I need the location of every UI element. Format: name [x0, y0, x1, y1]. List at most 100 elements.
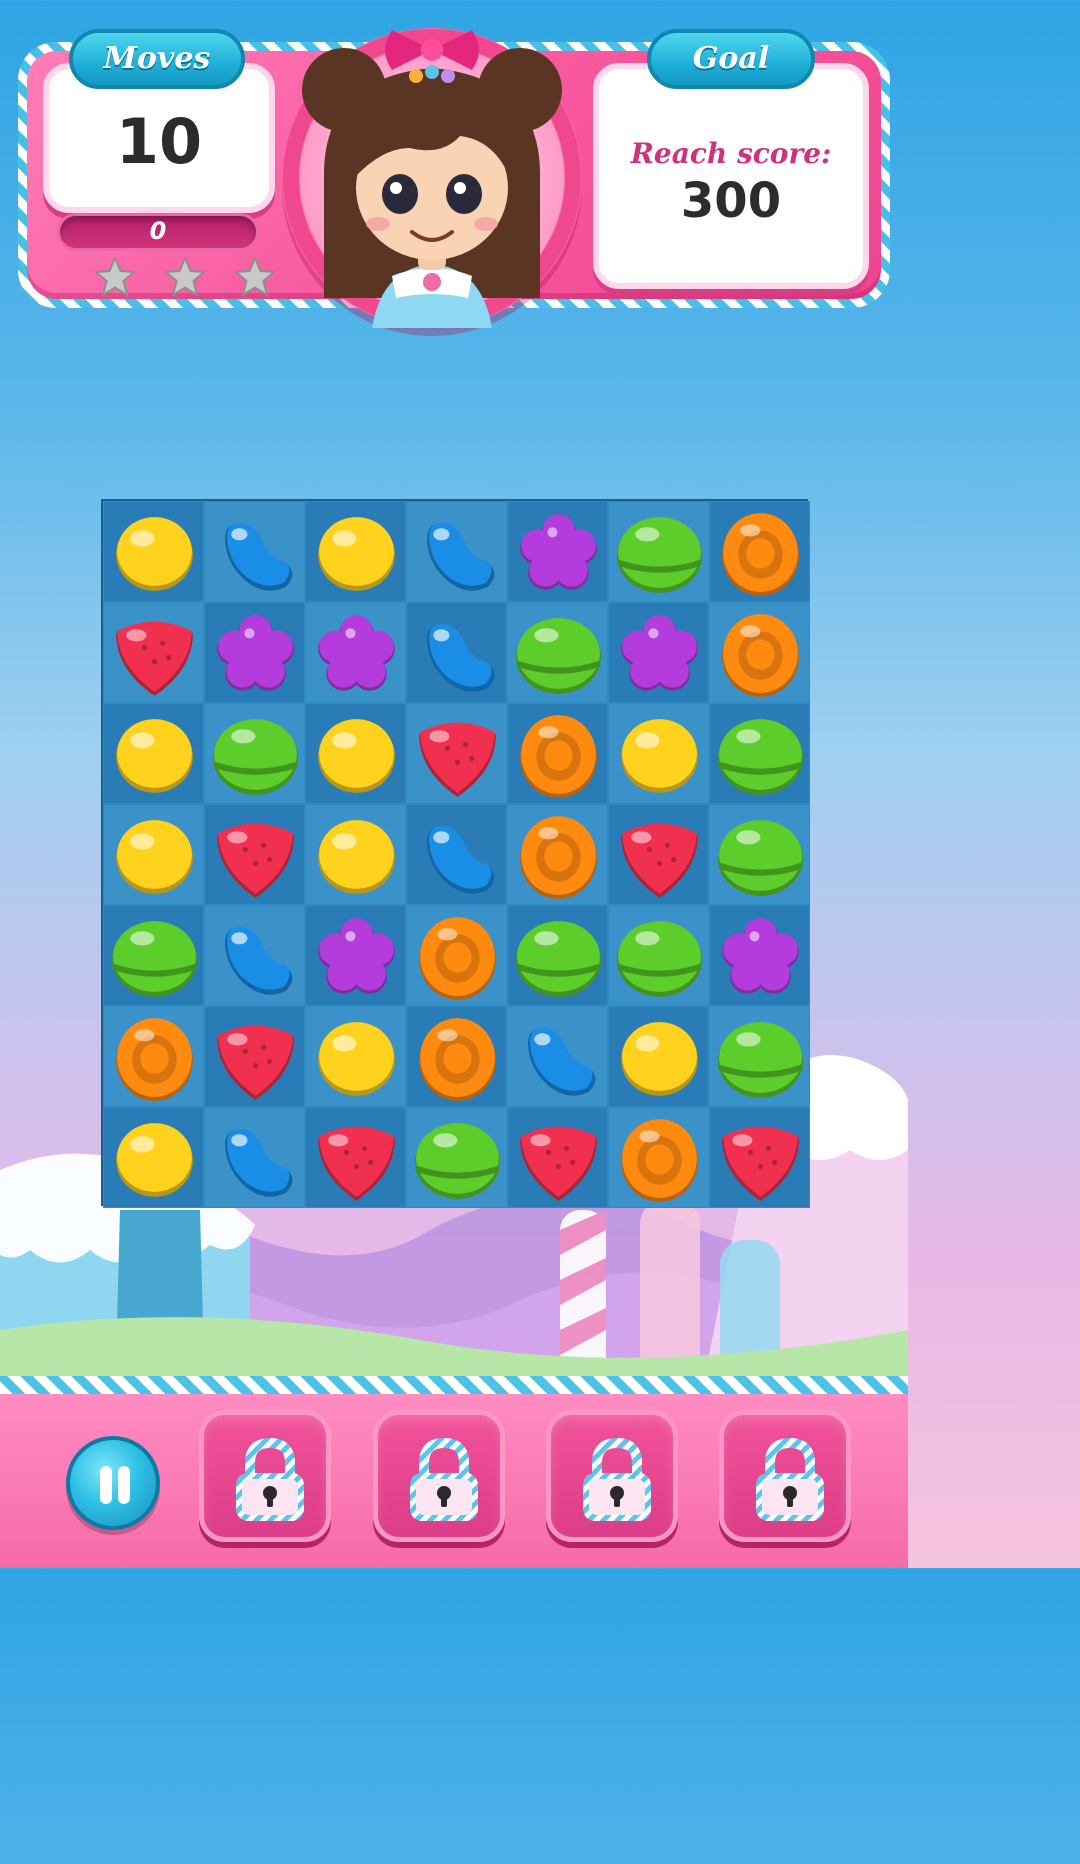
board-cell[interactable] [103, 1006, 204, 1107]
board-cell[interactable] [406, 703, 507, 804]
board-cell[interactable] [103, 602, 204, 703]
board-cell[interactable] [507, 602, 608, 703]
yellow-lemon-candy-icon [116, 1123, 193, 1197]
red-strawberry-candy-icon [116, 621, 193, 696]
blue-jellybean-candy-icon [225, 1128, 293, 1197]
lock-icon [756, 1437, 824, 1521]
star-2-icon [163, 255, 207, 298]
blue-jellybean-candy-icon [225, 522, 293, 591]
board-cell[interactable] [305, 1006, 406, 1107]
orange-disc-candy-icon [419, 917, 496, 1000]
board-cell[interactable] [507, 703, 608, 804]
score-value: 0 [149, 217, 167, 245]
red-strawberry-candy-icon [419, 722, 496, 797]
yellow-lemon-candy-icon [116, 820, 193, 894]
board-cell[interactable] [103, 501, 204, 602]
board-cell[interactable] [103, 1107, 204, 1208]
board-cell[interactable] [608, 1107, 709, 1208]
board-cell[interactable] [709, 1107, 810, 1208]
board-cell[interactable] [406, 501, 507, 602]
green-dome-candy-icon [718, 1022, 803, 1098]
red-strawberry-candy-icon [217, 1025, 294, 1100]
board-cell[interactable] [204, 501, 305, 602]
score-progress-bar: 0 [57, 213, 259, 251]
purple-flower-candy-icon [217, 615, 294, 691]
board-cell[interactable] [709, 501, 810, 602]
red-strawberry-candy-icon [318, 1126, 395, 1201]
board-cell[interactable] [406, 602, 507, 703]
board-cell[interactable] [507, 1107, 608, 1208]
board-cell[interactable] [204, 804, 305, 905]
booster-slot-2[interactable] [373, 1410, 505, 1542]
green-dome-candy-icon [617, 921, 702, 997]
board-cell[interactable] [305, 905, 406, 1006]
red-strawberry-candy-icon [217, 823, 294, 898]
board-cell[interactable] [204, 703, 305, 804]
board-cell[interactable] [709, 703, 810, 804]
orange-disc-candy-icon [722, 614, 799, 697]
board-cell[interactable] [406, 804, 507, 905]
board-cell[interactable] [608, 602, 709, 703]
board-cell[interactable] [305, 804, 406, 905]
board-cell[interactable] [305, 602, 406, 703]
pause-button[interactable] [66, 1436, 160, 1530]
moves-value: 10 [115, 105, 203, 178]
orange-disc-candy-icon [722, 513, 799, 596]
board-cell[interactable] [507, 501, 608, 602]
booster-slot-1[interactable] [199, 1410, 331, 1542]
board-cell[interactable] [406, 1107, 507, 1208]
board-cell[interactable] [709, 804, 810, 905]
blue-jellybean-candy-icon [225, 926, 293, 995]
board-cell[interactable] [608, 501, 709, 602]
board-cell[interactable] [103, 905, 204, 1006]
green-dome-candy-icon [213, 719, 298, 795]
board-cell[interactable] [204, 905, 305, 1006]
board-cell[interactable] [709, 1006, 810, 1107]
board-cell[interactable] [406, 1006, 507, 1107]
orange-disc-candy-icon [520, 816, 597, 899]
board-cell[interactable] [608, 1006, 709, 1107]
purple-flower-candy-icon [318, 615, 395, 691]
board-cell[interactable] [507, 804, 608, 905]
avatar-ring [282, 28, 582, 328]
green-dome-candy-icon [516, 921, 601, 997]
blue-jellybean-candy-icon [427, 825, 495, 894]
goal-title: Goal [647, 29, 815, 89]
yellow-lemon-candy-icon [621, 719, 698, 793]
board-cell[interactable] [305, 501, 406, 602]
game-board [101, 499, 810, 1208]
board-cell[interactable] [507, 905, 608, 1006]
board-cell[interactable] [507, 1006, 608, 1107]
orange-disc-candy-icon [116, 1018, 193, 1101]
board-cell[interactable] [608, 804, 709, 905]
board-cell[interactable] [608, 703, 709, 804]
purple-flower-candy-icon [722, 918, 799, 994]
booster-slot-3[interactable] [546, 1410, 678, 1542]
green-dome-candy-icon [112, 921, 197, 997]
board-cell[interactable] [103, 804, 204, 905]
board-cell[interactable] [204, 602, 305, 703]
red-strawberry-candy-icon [520, 1126, 597, 1201]
board-cell[interactable] [204, 1006, 305, 1107]
blue-jellybean-candy-icon [427, 623, 495, 692]
yellow-lemon-candy-icon [318, 1022, 395, 1096]
girl-character-avatar-icon [302, 30, 562, 328]
red-strawberry-candy-icon [621, 823, 698, 898]
board-cell[interactable] [406, 905, 507, 1006]
lock-icon [583, 1437, 651, 1521]
blue-jellybean-candy-icon [427, 522, 495, 591]
goal-label: Reach score: [630, 137, 832, 170]
yellow-lemon-candy-icon [621, 1022, 698, 1096]
booster-slot-4[interactable] [719, 1410, 851, 1542]
board-cell[interactable] [608, 905, 709, 1006]
board-cell[interactable] [103, 703, 204, 804]
purple-flower-candy-icon [621, 615, 698, 691]
green-dome-candy-icon [617, 517, 702, 593]
board-cell[interactable] [204, 1107, 305, 1208]
board-cell[interactable] [709, 905, 810, 1006]
board-cell[interactable] [305, 703, 406, 804]
yellow-lemon-candy-icon [318, 517, 395, 591]
yellow-lemon-candy-icon [116, 517, 193, 591]
board-cell[interactable] [709, 602, 810, 703]
board-cell[interactable] [305, 1107, 406, 1208]
